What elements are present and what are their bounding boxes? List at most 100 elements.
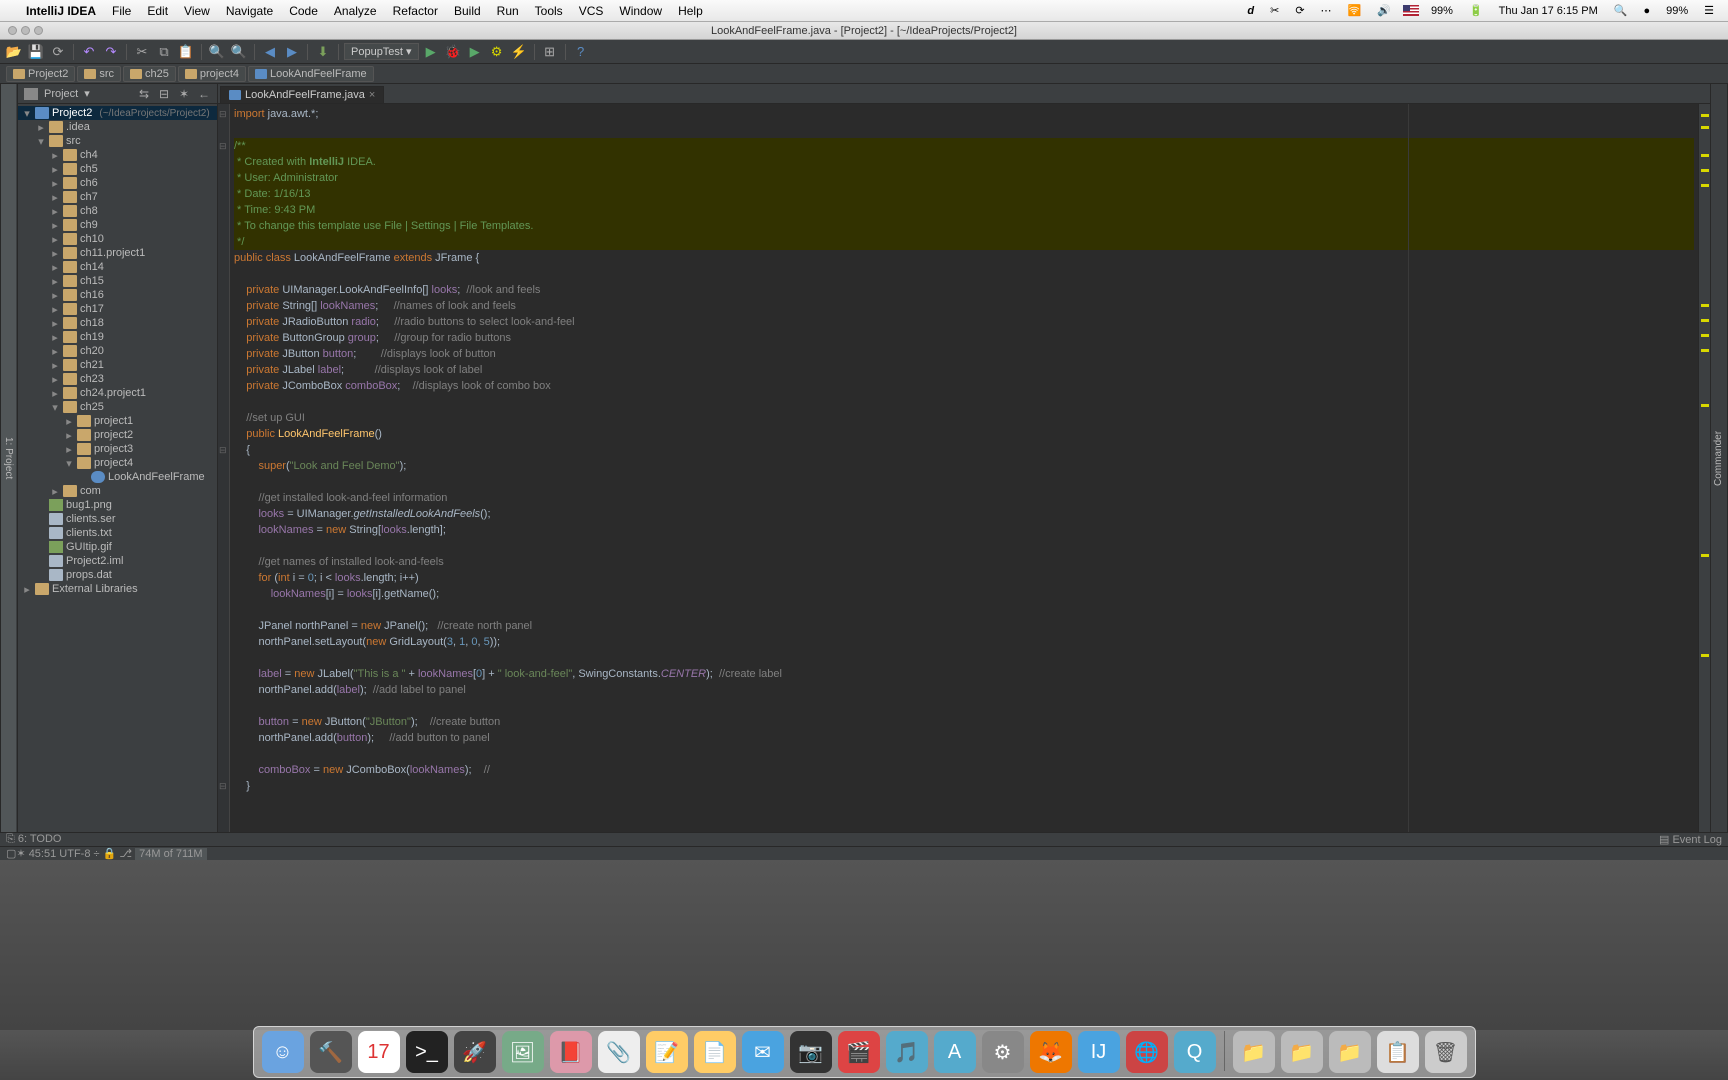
attach-icon[interactable]: ⚡ xyxy=(509,42,529,62)
tree-item[interactable]: ▸project1 xyxy=(18,414,217,428)
tree-arrow-icon[interactable]: ▸ xyxy=(64,443,74,456)
dock-app-icon[interactable]: 📎 xyxy=(598,1031,640,1073)
tree-item[interactable]: ▾Project2(~/IdeaProjects/Project2) xyxy=(18,106,217,120)
dock-app-icon[interactable]: 📝 xyxy=(646,1031,688,1073)
readonly-lock-icon[interactable]: 🔒 xyxy=(103,848,117,860)
forward-icon[interactable]: ▶ xyxy=(282,42,302,62)
tree-arrow-icon[interactable]: ▸ xyxy=(50,219,60,232)
settings-icon[interactable]: ✶ xyxy=(177,87,191,101)
tree-arrow-icon[interactable]: ▸ xyxy=(50,289,60,302)
tree-item[interactable]: ▸project2 xyxy=(18,428,217,442)
file-encoding[interactable]: UTF-8 xyxy=(59,848,90,860)
menubar-d-icon[interactable]: d xyxy=(1243,5,1258,17)
tree-arrow-icon[interactable]: ▸ xyxy=(50,233,60,246)
menu-run[interactable]: Run xyxy=(489,4,527,18)
tree-item[interactable]: ▸com xyxy=(18,484,217,498)
tree-arrow-icon[interactable]: ▸ xyxy=(50,387,60,400)
menubar-sync-icon[interactable]: ⟳ xyxy=(1291,4,1308,17)
menu-file[interactable]: File xyxy=(104,4,139,18)
tree-arrow-icon[interactable]: ▸ xyxy=(50,275,60,288)
menubar-scissors-icon[interactable]: ✂ xyxy=(1266,4,1283,17)
tree-arrow-icon[interactable]: ▾ xyxy=(36,135,46,148)
project-tree[interactable]: ▾Project2(~/IdeaProjects/Project2)▸.idea… xyxy=(18,104,217,832)
tree-item[interactable]: ▸ch15 xyxy=(18,274,217,288)
tree-item[interactable]: ▸ch8 xyxy=(18,204,217,218)
event-log-button[interactable]: ▤ Event Log xyxy=(1659,833,1722,846)
bg-tasks-icon[interactable]: ✶ xyxy=(16,848,25,860)
tree-item[interactable]: bug1.png xyxy=(18,498,217,512)
tree-item[interactable]: ▸ch16 xyxy=(18,288,217,302)
open-file-icon[interactable]: 📂 xyxy=(4,42,24,62)
dock-folder-icon[interactable]: 🗑 xyxy=(1425,1031,1467,1073)
breadcrumb-item[interactable]: LookAndFeelFrame xyxy=(248,66,374,82)
wifi-icon[interactable]: 🛜 xyxy=(1344,4,1366,17)
close-tab-icon[interactable]: × xyxy=(369,89,375,101)
menu-tools[interactable]: Tools xyxy=(527,4,571,18)
cut-icon[interactable]: ✂ xyxy=(132,42,152,62)
dock-app-icon[interactable]: 📕 xyxy=(550,1031,592,1073)
tree-item[interactable]: LookAndFeelFrame xyxy=(18,470,217,484)
tree-item[interactable]: ▸ch17 xyxy=(18,302,217,316)
tree-item[interactable]: ▸ch19 xyxy=(18,330,217,344)
run-config-combo[interactable]: PopupTest ▾ xyxy=(344,43,419,60)
tree-item[interactable]: ▸ch4 xyxy=(18,148,217,162)
editor-tab[interactable]: LookAndFeelFrame.java × xyxy=(220,86,384,103)
tree-arrow-icon[interactable]: ▸ xyxy=(36,121,46,134)
caret-position[interactable]: 45:51 xyxy=(29,848,57,860)
tree-arrow-icon[interactable]: ▸ xyxy=(50,247,60,260)
breadcrumb-item[interactable]: Project2 xyxy=(6,66,75,82)
menu-view[interactable]: View xyxy=(176,4,218,18)
menu-edit[interactable]: Edit xyxy=(139,4,176,18)
tree-arrow-icon[interactable]: ▾ xyxy=(64,457,74,470)
tree-item[interactable]: ▸ch6 xyxy=(18,176,217,190)
breadcrumb-item[interactable]: src xyxy=(77,66,121,82)
replace-icon[interactable]: 🔍 xyxy=(229,42,249,62)
dock-folder-icon[interactable]: 📁 xyxy=(1329,1031,1371,1073)
tool-tab-commander[interactable]: Commander xyxy=(1711,84,1726,832)
app-menu[interactable]: IntelliJ IDEA xyxy=(18,4,104,18)
dock-app-icon[interactable]: ⚙ xyxy=(982,1031,1024,1073)
dock-app-icon[interactable]: 🖼 xyxy=(502,1031,544,1073)
tree-item[interactable]: ▸ch7 xyxy=(18,190,217,204)
todo-tool-button[interactable]: ⎘ 6: TODO xyxy=(6,833,61,846)
build-icon[interactable]: ⬇ xyxy=(313,42,333,62)
dock-app-icon[interactable]: 🔨 xyxy=(310,1031,352,1073)
tree-arrow-icon[interactable]: ▾ xyxy=(22,107,32,120)
battery-icon[interactable]: 🔋 xyxy=(1465,4,1487,17)
memory-indicator[interactable]: 74M of 711M xyxy=(135,848,206,860)
project-structure-icon[interactable]: ⊞ xyxy=(540,42,560,62)
dock-folder-icon[interactable]: 📁 xyxy=(1281,1031,1323,1073)
tree-item[interactable]: props.dat xyxy=(18,568,217,582)
tree-item[interactable]: ▸ch24.project1 xyxy=(18,386,217,400)
menu-analyze[interactable]: Analyze xyxy=(326,4,385,18)
tree-item[interactable]: GUItip.gif xyxy=(18,540,217,554)
tree-item[interactable]: ▸.idea xyxy=(18,120,217,134)
notifications-icon[interactable]: ☰ xyxy=(1700,4,1718,17)
dock-app-icon[interactable]: 🎵 xyxy=(886,1031,928,1073)
project-view-mode[interactable]: Project xyxy=(44,88,78,100)
tool-tab-project[interactable]: 1: Project xyxy=(1,84,16,832)
tree-arrow-icon[interactable]: ▸ xyxy=(64,415,74,428)
tree-arrow-icon[interactable]: ▸ xyxy=(22,583,32,596)
tree-item[interactable]: ▾ch25 xyxy=(18,400,217,414)
dock-app-icon[interactable]: 📷 xyxy=(790,1031,832,1073)
dock-app-icon[interactable]: 17 xyxy=(358,1031,400,1073)
copy-icon[interactable]: ⧉ xyxy=(154,42,174,62)
menu-navigate[interactable]: Navigate xyxy=(218,4,281,18)
stop-icon[interactable]: ⚙ xyxy=(487,42,507,62)
tree-item[interactable]: ▸project3 xyxy=(18,442,217,456)
sync-icon[interactable]: ⟳ xyxy=(48,42,68,62)
dock-app-icon[interactable]: ☺ xyxy=(262,1031,304,1073)
volume-icon[interactable]: 🔊 xyxy=(1373,4,1395,17)
error-stripe[interactable] xyxy=(1698,104,1710,832)
breadcrumb-item[interactable]: project4 xyxy=(178,66,246,82)
redo-icon[interactable]: ↷ xyxy=(101,42,121,62)
code-editor[interactable]: ⊟ ⊟ ⊟ ⊟ import java.awt.*;/** * Created … xyxy=(218,104,1710,832)
tree-arrow-icon[interactable]: ▸ xyxy=(50,163,60,176)
menu-build[interactable]: Build xyxy=(446,4,489,18)
close-window-button[interactable] xyxy=(8,26,17,35)
dock-folder-icon[interactable]: 📁 xyxy=(1233,1031,1275,1073)
menu-refactor[interactable]: Refactor xyxy=(385,4,446,18)
menubar-dots-icon[interactable]: ⋯ xyxy=(1317,4,1336,17)
run-icon[interactable]: ▶ xyxy=(421,42,441,62)
